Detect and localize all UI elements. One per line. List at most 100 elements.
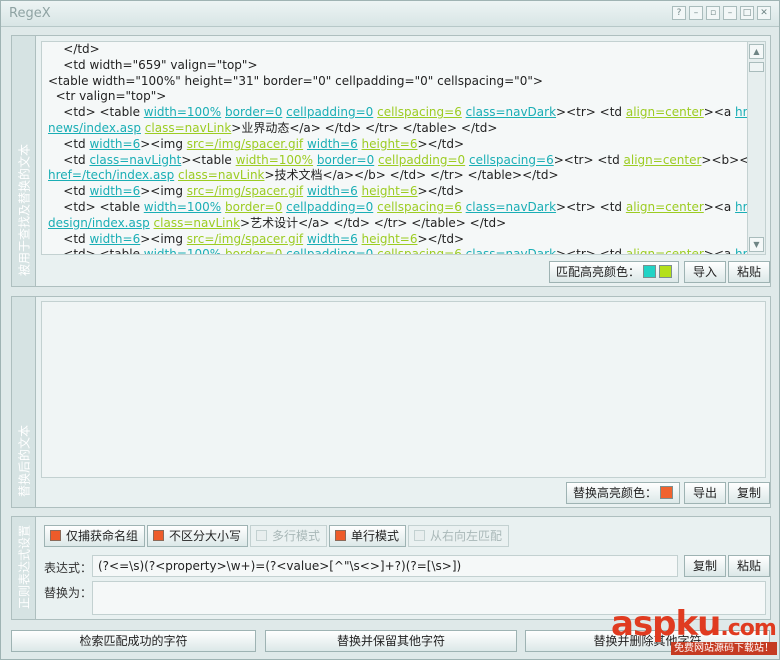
code-match: border=0 [225,105,283,120]
code-text: ><tr> <td [556,247,626,255]
code-text: <td [48,136,90,151]
match-color-swatch-1[interactable] [643,265,657,278]
app-window: RegeX ? – ▫ – □ ✕ 被用于查找及替换的文本 </td> <td … [0,0,780,660]
option-multiline[interactable]: 多行模式 [250,525,328,547]
code-text: ><img [140,184,187,199]
checkbox-icon[interactable] [335,530,346,541]
code-match: cellspacing=6 [468,152,554,167]
code-match: cellspacing=6 [377,247,462,255]
restore-icon[interactable]: ▫ [706,6,720,20]
code-match: width=6 [89,184,141,199]
code-line: <td width=6><img src=/img/spacer.gif wid… [48,137,744,153]
code-text: <tr valign="top"> [48,89,167,104]
paste-button[interactable]: 粘贴 [728,261,771,283]
search-matches-button[interactable]: 检索匹配成功的字符 [11,630,256,652]
scroll-thumb[interactable] [749,62,764,72]
option-ignore-case[interactable]: 不区分大小写 [147,525,249,547]
code-match: width=100% [235,152,314,167]
code-match: class=navLink [153,215,241,230]
source-code[interactable]: </td> <td width="659" valign="top"> <tabl… [48,42,765,255]
option-named-groups[interactable]: 仅捕获命名组 [44,525,146,547]
code-line: <td> <table width=100% border=0 cellpadd… [48,199,765,216]
result-panel-label-bar: 替换后的文本 [12,297,36,507]
code-match: align=center [625,247,704,255]
source-panel-label: 被用于查找及替换的文本 [17,143,31,276]
match-color-swatch-2[interactable] [659,265,673,278]
checkbox-icon[interactable] [153,530,164,541]
replace-keep-button[interactable]: 替换并保留其他字符 [265,630,517,652]
code-text: <td> <table [48,247,144,255]
option-label: 不区分大小写 [169,529,242,543]
option-right-to-left[interactable]: 从右向左匹配 [408,525,510,547]
code-line: <tr valign="top"> [48,89,744,105]
code-match: align=center [623,152,702,167]
code-match: class=navLink [144,120,232,135]
minimize-icon[interactable]: – [723,6,737,20]
code-match: width=6 [306,184,358,199]
code-text: <td [48,152,90,167]
code-line: <table width="100%" height="31" border="… [48,74,744,90]
code-text: ></td> [417,136,465,151]
code-match: width=6 [306,136,358,151]
code-match: class=navLight [89,152,182,167]
pin-icon[interactable]: – [689,6,703,20]
code-text: >艺术设计</a> </td> </tr> </table> </td> [240,215,507,230]
code-match: width=6 [89,136,141,151]
result-panel-label: 替换后的文本 [17,424,31,497]
match-highlight-colors: 匹配高亮颜色： [549,261,680,283]
code-text: <td> <table [48,105,144,120]
help-icon[interactable]: ? [672,6,686,20]
option-label: 多行模式 [272,529,321,543]
code-match: border=0 [316,152,375,167]
code-text: <td [48,231,90,246]
match-highlight-label: 匹配高亮颜色： [556,265,641,279]
close-icon[interactable]: ✕ [757,6,771,20]
code-match: src=/img/spacer.gif [186,136,304,151]
code-line: design/index.asp class=navLink>艺术设计</a> … [48,216,744,232]
checkbox-icon[interactable] [414,530,425,541]
code-text: <table width="100%" height="31" border="… [48,73,543,88]
copy-result-button[interactable]: 复制 [728,482,771,504]
scroll-up-icon[interactable]: ▲ [749,44,764,59]
scroll-down-icon[interactable]: ▼ [749,237,764,252]
code-line: <td width=6><img src=/img/spacer.gif wid… [48,184,744,200]
source-text-area[interactable]: </td> <td width="659" valign="top"> <tabl… [41,41,766,255]
checkbox-icon[interactable] [50,530,61,541]
replace-with-label: 替换为： [44,586,93,600]
code-text: ></td> [417,184,465,199]
code-text: ><a [703,199,736,214]
replace-color-swatch[interactable] [660,486,674,499]
code-text: <td width="659" valign="top"> [48,57,258,72]
option-label: 仅捕获命名组 [66,529,139,543]
maximize-icon[interactable]: □ [740,6,754,20]
code-match: align=center [625,105,704,120]
code-text: ><tr> <td [556,105,626,120]
code-match: align=center [625,199,704,214]
code-match: border=0 [225,247,283,255]
code-text: >业界动态</a> </td> </tr> </table> </td> [231,120,498,135]
option-label: 从右向左匹配 [430,529,503,543]
code-text: ><img [140,231,187,246]
code-match: height=6 [361,231,418,246]
source-scrollbar[interactable]: ▲ ▼ [747,42,765,254]
paste-expression-button[interactable]: 粘贴 [728,555,771,577]
code-match: class=navLink [178,168,265,183]
copy-expression-button[interactable]: 复制 [684,555,727,577]
source-panel-label-bar: 被用于查找及替换的文本 [12,36,36,286]
replace-highlight-label: 替换高亮颜色： [573,486,658,500]
expression-input[interactable]: (?<=\s)(?<property>\w+)=(?<value>[^"\s<>… [92,555,678,577]
watermark-logo-text: aspku [611,604,721,644]
code-match: class=navDark [465,105,557,120]
code-text: >技术文档</a></b> </td> </tr> </table></td> [264,168,559,183]
code-text: ></td> [417,231,465,246]
code-match: class=navDark [465,199,557,214]
checkbox-icon[interactable] [256,530,267,541]
result-text-area[interactable] [41,301,766,478]
export-button[interactable]: 导出 [684,482,727,504]
option-singleline[interactable]: 单行模式 [329,525,407,547]
code-match: cellpadding=0 [286,105,374,120]
code-match: cellspacing=6 [377,199,462,214]
import-button[interactable]: 导入 [684,261,727,283]
replace-highlight-colors: 替换高亮颜色： [566,482,681,504]
watermark-tagline: 免费网站源码下载站！ [671,642,777,655]
